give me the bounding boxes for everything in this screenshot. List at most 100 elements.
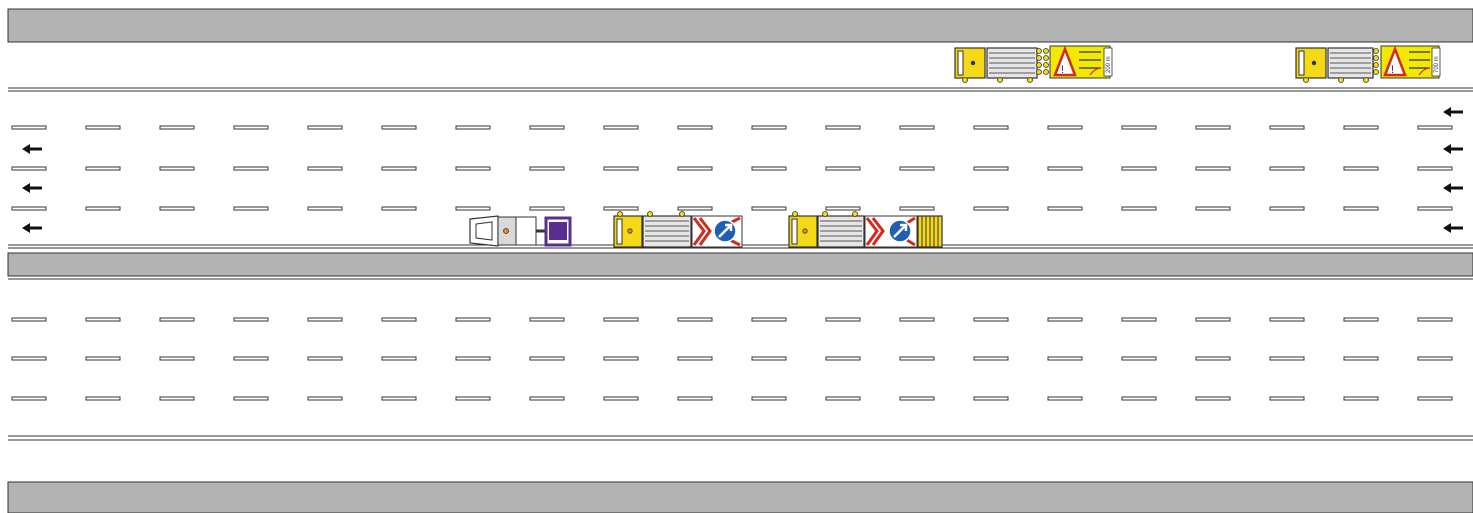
- lane-dash: [233, 317, 269, 322]
- lane-dash: [1417, 317, 1453, 322]
- lane-dash: [1269, 206, 1305, 211]
- distance-label: 200 m: [1106, 56, 1112, 73]
- crash-cushion: [917, 215, 943, 248]
- lane-dash: [899, 317, 935, 322]
- lane-dash: [1343, 206, 1379, 211]
- distance-label: 700 m: [1434, 56, 1440, 73]
- lane-dash: [381, 317, 417, 322]
- svg-text:!: !: [1391, 64, 1394, 76]
- works-vehicle-with-crash-cushion: [469, 215, 572, 247]
- lane-dash: [1343, 125, 1379, 130]
- lane-dash: [825, 396, 861, 401]
- lane-dash: [1343, 396, 1379, 401]
- lane-dash: [85, 356, 121, 361]
- lane-dash: [1121, 317, 1157, 322]
- lane-dash: [307, 356, 343, 361]
- lane-dash: [751, 396, 787, 401]
- lane-dash: [1047, 317, 1083, 322]
- lane-dash: [233, 125, 269, 130]
- central-median: [7, 252, 1473, 277]
- lane-dash: [1343, 166, 1379, 171]
- upper-lane-markings: [11, 125, 1453, 211]
- lane-dash: [529, 356, 565, 361]
- lane-dash: [1195, 356, 1231, 361]
- lane-dash: [455, 317, 491, 322]
- lane-dash: [455, 356, 491, 361]
- lane-dash: [455, 206, 491, 211]
- lane-dash: [825, 356, 861, 361]
- lane-dash: [1269, 317, 1305, 322]
- lane-dash: [159, 396, 195, 401]
- lane-dash: [1121, 166, 1157, 171]
- lane-dash: [1047, 356, 1083, 361]
- lane-dash: [85, 396, 121, 401]
- lane-dash: [381, 166, 417, 171]
- lane-dash: [85, 166, 121, 171]
- arrow-left-icon: [1443, 107, 1463, 117]
- top-median: [7, 8, 1473, 43]
- keep-right-arrow-sign: [691, 215, 743, 248]
- lane-dash: [1269, 396, 1305, 401]
- lane-dash: [603, 317, 639, 322]
- warning-triangle-and-lane-diagram-sign: ! 700 m: [1380, 45, 1441, 79]
- lane-dash: [1417, 125, 1453, 130]
- lane-dash: [603, 356, 639, 361]
- lane-dash: [1343, 317, 1379, 322]
- advance-warning-vehicle: ! 200 m: [954, 45, 1113, 83]
- lane-dash: [899, 206, 935, 211]
- lane-dash: [1195, 125, 1231, 130]
- lane-dash: [1417, 206, 1453, 211]
- arrow-left-icon: [1443, 223, 1463, 233]
- lane-dash: [455, 166, 491, 171]
- crash-cushion: [469, 215, 499, 247]
- lane-dash: [455, 396, 491, 401]
- lane-dash: [11, 317, 47, 322]
- lane-dash: [603, 166, 639, 171]
- lane-dash: [751, 166, 787, 171]
- lane-dash: [455, 125, 491, 130]
- arrow-left-icon: [1443, 144, 1463, 154]
- lane-dash: [159, 206, 195, 211]
- lane-dash: [1195, 206, 1231, 211]
- lane-dash: [1195, 166, 1231, 171]
- lane-dash: [381, 356, 417, 361]
- warning-triangle-and-lane-diagram-sign: ! 200 m: [1049, 45, 1113, 79]
- arrow-left-icon: [22, 144, 42, 154]
- arrow-left-icon: [22, 223, 42, 233]
- lane-dash: [1417, 166, 1453, 171]
- lane-dash: [825, 317, 861, 322]
- lane-dash: [1121, 356, 1157, 361]
- lane-dash: [1047, 125, 1083, 130]
- lane-dash: [529, 396, 565, 401]
- lane-dash: [1343, 356, 1379, 361]
- lane-dash: [1047, 206, 1083, 211]
- arrow-left-icon: [22, 183, 42, 193]
- lane-dash: [825, 206, 861, 211]
- lane-dash: [973, 396, 1009, 401]
- lane-dash: [899, 125, 935, 130]
- lane-dash: [603, 125, 639, 130]
- lane-dash: [677, 317, 713, 322]
- lane-dash: [529, 206, 565, 211]
- lane-dash: [11, 166, 47, 171]
- lane-dash: [233, 356, 269, 361]
- lane-dash: [307, 396, 343, 401]
- lane-dash: [1195, 396, 1231, 401]
- lane-dash: [1417, 356, 1453, 361]
- lane-dash: [1047, 166, 1083, 171]
- lower-lane-markings: [11, 317, 1453, 401]
- protection-vehicle-keep-right: [613, 211, 743, 248]
- protection-vehicle-keep-right-with-cushion: [788, 211, 943, 248]
- lane-dash: [85, 206, 121, 211]
- lane-dash: [529, 317, 565, 322]
- lane-dash: [973, 356, 1009, 361]
- lane-dash: [603, 396, 639, 401]
- lane-dash: [1269, 356, 1305, 361]
- lane-dash: [159, 166, 195, 171]
- lane-dash: [381, 396, 417, 401]
- lane-dash: [973, 317, 1009, 322]
- svg-text:!: !: [1061, 64, 1064, 76]
- advance-warning-vehicle: ! 700 m: [1295, 45, 1441, 83]
- lane-dash: [307, 166, 343, 171]
- road-layout-diagram: ! 200 m ! 700 m: [7, 8, 1473, 513]
